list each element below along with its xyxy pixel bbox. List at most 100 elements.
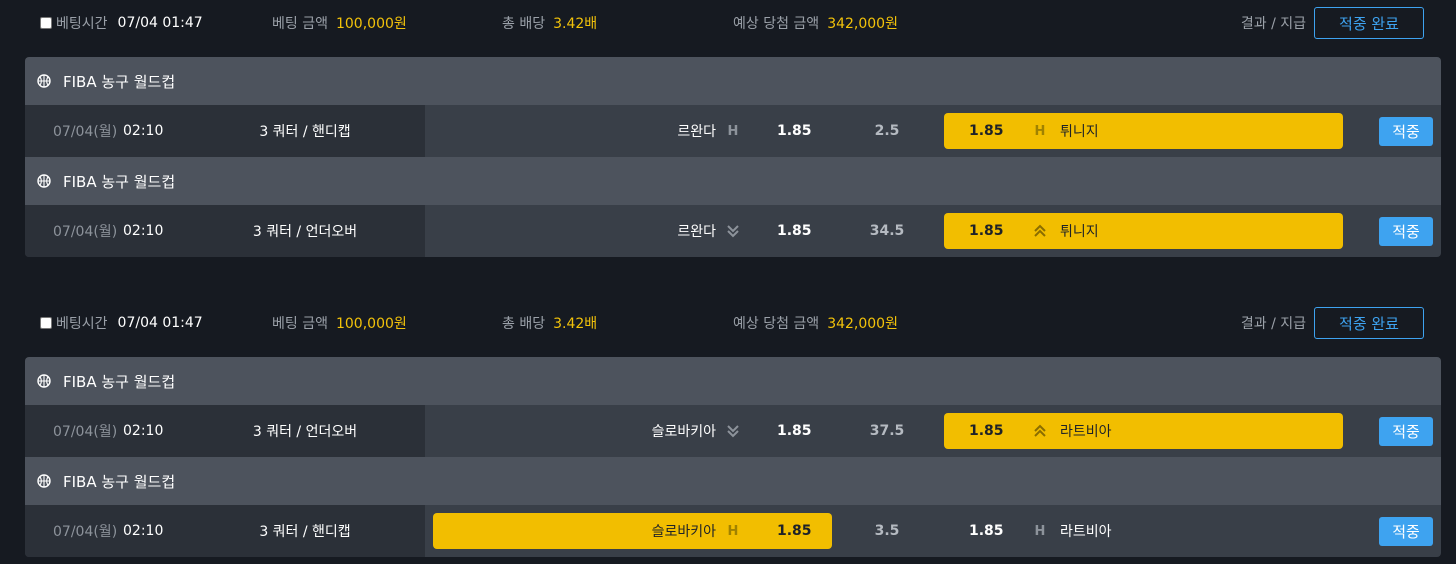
expected-win-label: 예상 당첨 금액	[733, 316, 820, 332]
home-team: 슬로바키아	[651, 424, 716, 440]
double-chevron-down-icon	[725, 405, 741, 457]
away-team: 튀니지	[1060, 224, 1099, 240]
bet-amount-value: 100,000원	[335, 16, 407, 32]
expected-win-value: 342,000원	[827, 16, 898, 32]
home-odds: 1.85	[777, 123, 812, 139]
double-chevron-down-icon	[725, 205, 741, 257]
league-name: FIBA 농구 월드컵	[63, 372, 176, 391]
league-name: FIBA 농구 월드컵	[63, 172, 176, 191]
league-row: FIBA 농구 월드컵	[25, 357, 1441, 405]
game-list: FIBA 농구 월드컵 07/04(월) 02:10 3 쿼터 / 핸디캡 르완…	[25, 57, 1441, 257]
away-odds: 1.85	[969, 123, 1004, 139]
total-odds-label: 총 배당	[502, 316, 546, 332]
game-info: 07/04(월) 02:10 3 쿼터 / 핸디캡	[25, 105, 425, 157]
total-odds-label: 총 배당	[502, 16, 546, 32]
basketball-icon	[37, 474, 51, 488]
basketball-icon	[37, 174, 51, 188]
bet-amount-value: 100,000원	[335, 316, 407, 332]
select-checkbox[interactable]	[40, 317, 52, 329]
bet-amount-label: 베팅 금액	[272, 16, 328, 32]
handicap-icon: H	[1034, 123, 1046, 139]
handicap-icon: H	[1034, 523, 1046, 539]
game-row: 07/04(월) 02:10 3 쿼터 / 언더오버 슬로바키아 1.85 37…	[25, 405, 1441, 457]
expected-win-value: 342,000원	[827, 316, 898, 332]
game-date: 07/04(월)	[53, 124, 118, 140]
away-team: 라트비아	[1060, 424, 1112, 440]
status-button[interactable]: 적중 완료	[1314, 307, 1424, 339]
double-chevron-up-icon	[1032, 205, 1048, 257]
expected-win-label: 예상 당첨 금액	[733, 16, 820, 32]
game-time: 02:10	[123, 423, 164, 439]
handicap-icon: H	[727, 523, 739, 539]
bet-amount: 베팅 금액 100,000원	[272, 300, 407, 346]
bet-time-value: 07/04 01:47	[117, 15, 203, 31]
result-payout-label: 결과 / 지급	[1240, 316, 1306, 332]
bet-time-value: 07/04 01:47	[117, 315, 203, 331]
expected-win: 예상 당첨 금액 342,000원	[733, 0, 898, 46]
handicap-icon: H	[727, 123, 739, 139]
home-odds: 1.85	[777, 523, 812, 539]
selected-pick-highlight[interactable]	[944, 213, 1343, 249]
total-odds-value: 3.42배	[553, 316, 598, 332]
league-name: FIBA 농구 월드컵	[63, 72, 176, 91]
total-odds: 총 배당 3.42배	[502, 300, 597, 346]
game-list: FIBA 농구 월드컵 07/04(월) 02:10 3 쿼터 / 언더오버 슬…	[25, 357, 1441, 557]
hit-result-button[interactable]: 적중	[1379, 517, 1433, 546]
game-date: 07/04(월)	[53, 224, 118, 240]
result-payout-label: 결과 / 지급	[1240, 16, 1306, 32]
game-info: 07/04(월) 02:10 3 쿼터 / 언더오버	[25, 405, 425, 457]
away-team: 라트비아	[1060, 524, 1112, 540]
bet-amount-label: 베팅 금액	[272, 316, 328, 332]
market-type: 3 쿼터 / 핸디캡	[259, 124, 351, 140]
status-button[interactable]: 적중 완료	[1314, 7, 1424, 39]
bet-time-label: 베팅시간	[56, 16, 108, 32]
hit-result-button[interactable]: 적중	[1379, 417, 1433, 446]
league-row: FIBA 농구 월드컵	[25, 157, 1441, 205]
select-checkbox[interactable]	[40, 17, 52, 29]
market-type: 3 쿼터 / 언더오버	[252, 224, 358, 240]
basketball-icon	[37, 74, 51, 88]
total-line: 37.5	[869, 423, 905, 439]
expected-win: 예상 당첨 금액 342,000원	[733, 300, 898, 346]
league-row: FIBA 농구 월드컵	[25, 457, 1441, 505]
away-odds: 1.85	[969, 423, 1004, 439]
bet-amount: 베팅 금액 100,000원	[272, 0, 407, 46]
bet-slip: 베팅시간 07/04 01:47 베팅 금액 100,000원 총 배당 3.4…	[0, 300, 1456, 557]
market-type: 3 쿼터 / 언더오버	[252, 424, 358, 440]
selected-pick-highlight[interactable]	[944, 413, 1343, 449]
double-chevron-up-icon	[1032, 405, 1048, 457]
league-name: FIBA 농구 월드컵	[63, 472, 176, 491]
home-team: 르완다	[677, 124, 716, 140]
bet-time: 베팅시간 07/04 01:47	[40, 0, 203, 46]
home-team: 르완다	[677, 224, 716, 240]
total-line: 34.5	[869, 223, 905, 239]
hit-result-button[interactable]: 적중	[1379, 117, 1433, 146]
game-row: 07/04(월) 02:10 3 쿼터 / 언더오버 르완다 1.85 34.5…	[25, 205, 1441, 257]
market-type: 3 쿼터 / 핸디캡	[259, 524, 351, 540]
game-date: 07/04(월)	[53, 524, 118, 540]
selected-pick-highlight[interactable]	[944, 113, 1343, 149]
total-odds-value: 3.42배	[553, 16, 598, 32]
bet-header: 베팅시간 07/04 01:47 베팅 금액 100,000원 총 배당 3.4…	[0, 0, 1456, 46]
bet-time: 베팅시간 07/04 01:47	[40, 300, 203, 346]
hit-result-button[interactable]: 적중	[1379, 217, 1433, 246]
bet-slip: 베팅시간 07/04 01:47 베팅 금액 100,000원 총 배당 3.4…	[0, 0, 1456, 257]
game-row: 07/04(월) 02:10 3 쿼터 / 핸디캡 르완다 H 1.85 2.5…	[25, 105, 1441, 157]
league-row: FIBA 농구 월드컵	[25, 57, 1441, 105]
game-info: 07/04(월) 02:10 3 쿼터 / 언더오버	[25, 205, 425, 257]
game-time: 02:10	[123, 223, 164, 239]
handicap-line: 3.5	[874, 523, 900, 539]
away-odds: 1.85	[969, 523, 1004, 539]
home-odds: 1.85	[777, 423, 812, 439]
total-odds: 총 배당 3.42배	[502, 0, 597, 46]
basketball-icon	[37, 374, 51, 388]
game-row: 07/04(월) 02:10 3 쿼터 / 핸디캡 슬로바키아 H 1.85 3…	[25, 505, 1441, 557]
home-odds: 1.85	[777, 223, 812, 239]
bet-time-label: 베팅시간	[56, 316, 108, 332]
game-date: 07/04(월)	[53, 424, 118, 440]
away-odds: 1.85	[969, 223, 1004, 239]
bet-header: 베팅시간 07/04 01:47 베팅 금액 100,000원 총 배당 3.4…	[0, 300, 1456, 346]
selected-pick-highlight[interactable]	[433, 513, 832, 549]
game-time: 02:10	[123, 123, 164, 139]
home-team: 슬로바키아	[651, 524, 716, 540]
